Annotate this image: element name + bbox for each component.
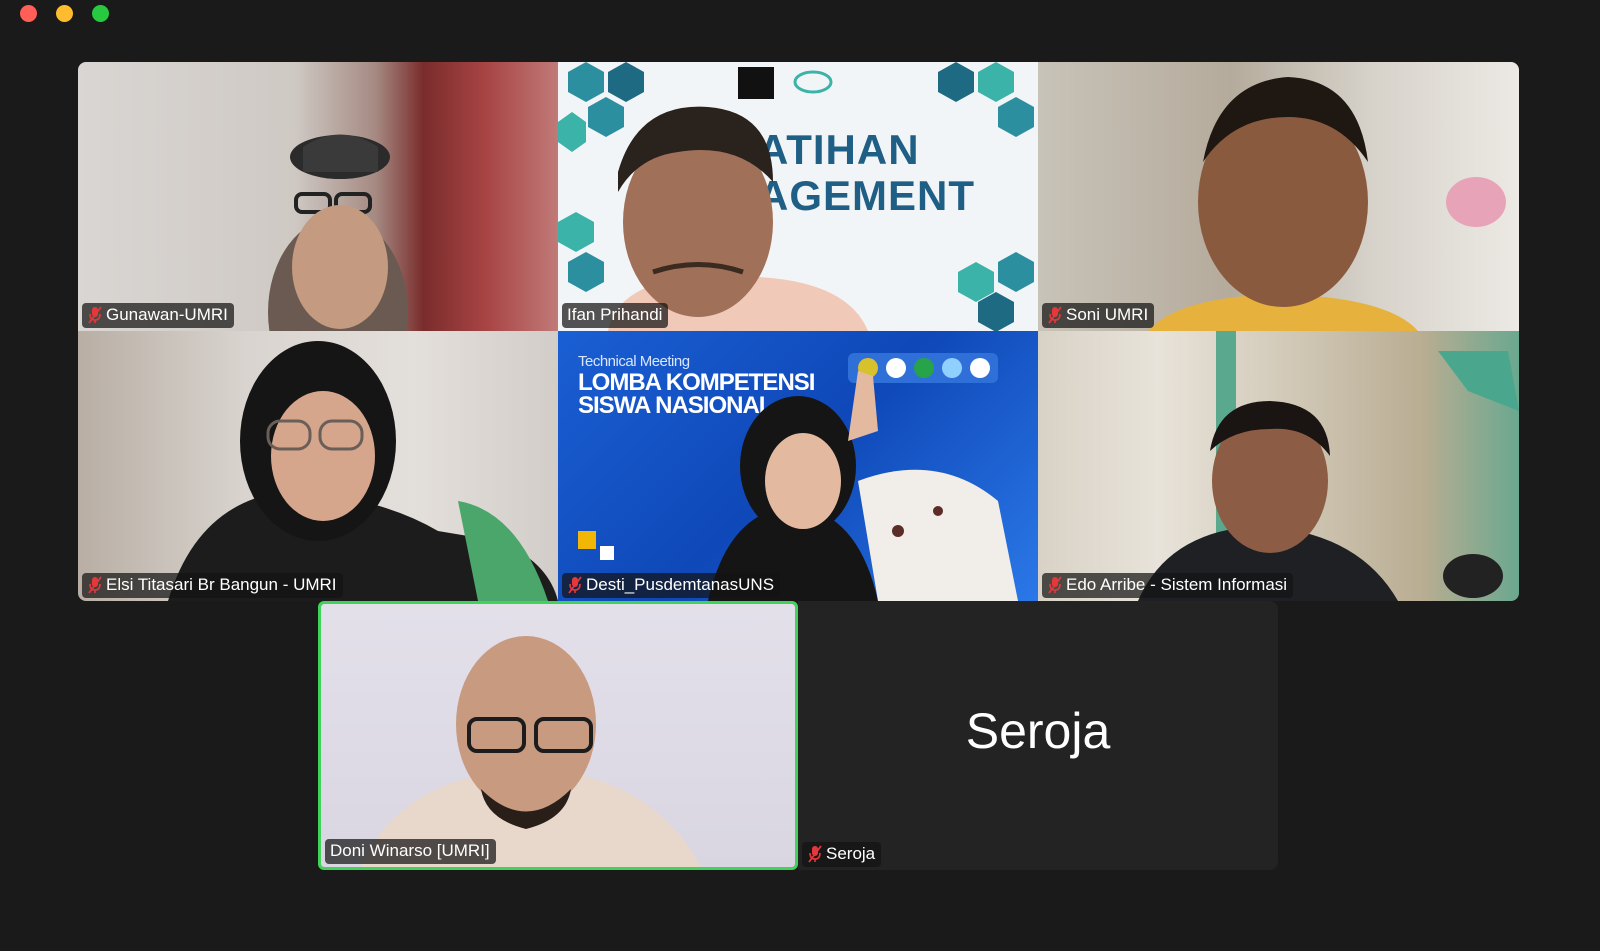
minimize-window-button[interactable] [56,5,73,22]
mic-muted-icon [808,845,822,863]
participant-name: Soni UMRI [1066,305,1149,324]
video-tile-doni-active-speaker[interactable]: Doni Winarso [UMRI] [318,601,798,870]
video-tile-gunawan[interactable]: Gunawan-UMRI [78,62,558,331]
participant-name-tag: Desti_PusdemtanasUNS [562,573,781,598]
participant-video [168,341,558,601]
mic-muted-icon [88,306,102,324]
participant-name: Desti_PusdemtanasUNS [586,575,775,594]
participant-video [268,134,408,331]
participant-video [361,636,701,867]
participant-name: Elsi Titasari Br Bangun - UMRI [106,575,337,594]
video-tile-seroja[interactable]: Seroja Seroja [798,601,1278,870]
mic-muted-icon [568,576,582,594]
participant-name: Gunawan-UMRI [106,305,228,324]
video-tile-desti[interactable]: Technical Meeting LOMBA KOMPETENSI SISWA… [558,331,1038,601]
participant-name-tag: Doni Winarso [UMRI] [325,839,496,864]
mic-muted-icon [1048,576,1062,594]
video-tile-soni[interactable]: Soni UMRI [1038,62,1519,331]
participant-name: Ifan Prihandi [567,305,663,324]
participant-name: Doni Winarso [UMRI] [330,841,490,860]
participant-name-tag: Edo Arribe - Sistem Informasi [1042,573,1294,598]
participant-name: Edo Arribe - Sistem Informasi [1066,575,1288,594]
participant-name-tag: Elsi Titasari Br Bangun - UMRI [82,573,343,598]
participant-display-name: Seroja [965,703,1111,759]
zoom-window-button[interactable] [92,5,109,22]
video-tile-edo[interactable]: Edo Arribe - Sistem Informasi [1038,331,1519,601]
participant-video [608,106,868,331]
mic-muted-icon [88,576,102,594]
video-tile-ifan[interactable]: ATIHAN AGEMENT Ifan Prihandi [558,62,1038,331]
participant-name-tag: Soni UMRI [1042,303,1155,328]
mic-muted-icon [1048,306,1062,324]
participant-name: Seroja [826,844,876,863]
close-window-button[interactable] [20,5,37,22]
participant-name-tag: Seroja [802,842,882,867]
window-controls [20,5,109,22]
participant-video [1148,77,1506,331]
video-tile-elsi[interactable]: Elsi Titasari Br Bangun - UMRI [78,331,558,601]
participant-video [1138,331,1519,601]
participant-name-tag: Ifan Prihandi [562,303,669,328]
participant-name-tag: Gunawan-UMRI [82,303,234,328]
participant-video [578,353,1018,601]
